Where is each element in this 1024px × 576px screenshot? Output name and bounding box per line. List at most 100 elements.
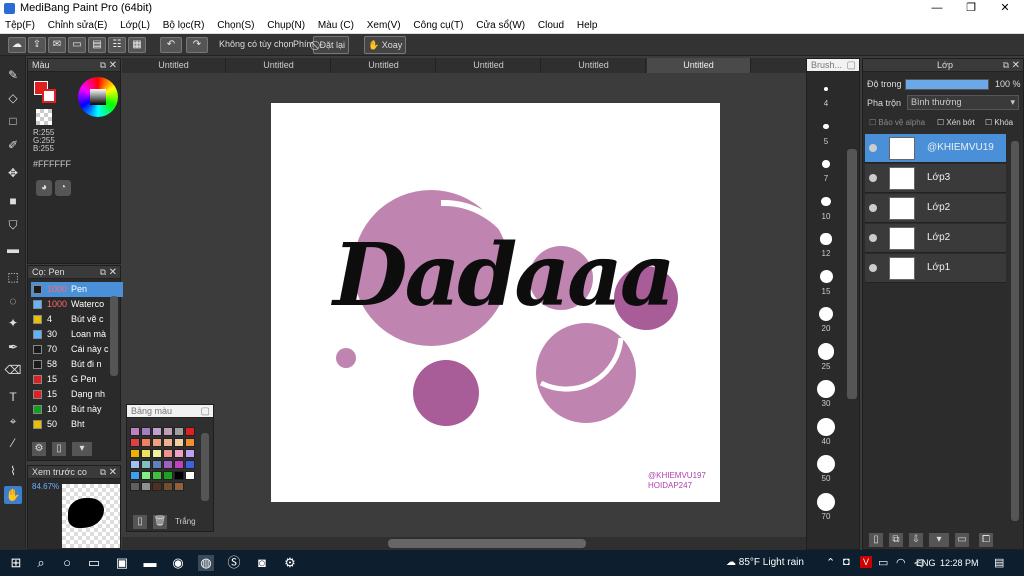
palette-swatch[interactable] [163, 460, 173, 469]
select-eraser-tool-icon[interactable]: ⌫ [4, 361, 22, 379]
palette-swatch[interactable] [141, 427, 151, 436]
brush-size-dot[interactable] [817, 380, 835, 398]
operation-tool-icon[interactable]: ⌖ [4, 412, 22, 430]
rectangle-tool-icon[interactable]: □ [4, 112, 22, 130]
palette-swatch[interactable] [152, 460, 162, 469]
layer-row[interactable]: Lớp2 [865, 194, 1006, 223]
brush-size-dot[interactable] [817, 417, 835, 436]
palette-add-icon[interactable]: ◔ [55, 180, 71, 196]
protect-alpha-checkbox[interactable]: ☐ Bảo vệ alpha [869, 118, 925, 127]
maximize-button[interactable]: ❐ [954, 0, 988, 17]
tab-untitled-1[interactable]: Untitled [122, 58, 226, 73]
palette-swatch[interactable] [185, 427, 195, 436]
brush-item[interactable]: 15 Dạng nh [31, 387, 123, 402]
brush-size-scrollbar[interactable] [847, 149, 857, 399]
secondary-color-swatch[interactable] [42, 89, 56, 103]
dock-icon[interactable]: ⧉ [100, 59, 106, 72]
brush-scrollbar[interactable] [110, 296, 118, 376]
menu-cloud[interactable]: Cloud [533, 17, 569, 31]
merge-layer-icon[interactable]: ⇩ [909, 533, 923, 547]
brush-size-dot[interactable] [821, 196, 831, 207]
palette-swatch[interactable] [163, 427, 173, 436]
wifi-icon[interactable]: ◠ [896, 556, 906, 569]
grid-list-icon[interactable]: ☷ [108, 37, 126, 53]
brush-tool-icon[interactable]: ✎ [4, 66, 22, 84]
layer-scrollbar[interactable] [1011, 141, 1019, 521]
palette-swatch[interactable] [185, 460, 195, 469]
upload-icon[interactable]: ⇪ [28, 37, 46, 53]
eye-icon[interactable] [869, 234, 877, 242]
eye-icon[interactable] [869, 174, 877, 182]
layer-row[interactable]: Lớp3 [865, 164, 1006, 193]
menu-color[interactable]: Màu (C) [313, 17, 359, 31]
layer-row[interactable]: Lớp2 [865, 224, 1006, 253]
menu-tools[interactable]: Công cụ(T) [408, 17, 468, 31]
palette-swatch[interactable] [185, 438, 195, 447]
brush-size-dot[interactable] [822, 160, 830, 168]
palette-swatch[interactable] [141, 449, 151, 458]
search-icon[interactable]: ⌕ [33, 555, 49, 571]
page-icon[interactable]: ▤ [88, 37, 106, 53]
drawing-canvas[interactable]: Dadaaa @KHIEMVU197 HOIDAP247 [271, 103, 720, 502]
fill-rect-tool-icon[interactable]: ■ [4, 192, 22, 210]
palette-swatch[interactable] [130, 438, 140, 447]
palette-swatch[interactable] [152, 449, 162, 458]
brush-item[interactable]: 15 G Pen [31, 372, 123, 387]
add-layer-icon[interactable]: ▾ [929, 533, 949, 547]
brush-size-dot[interactable] [817, 492, 835, 511]
palette-icon[interactable]: ◕ [36, 180, 52, 196]
menu-view[interactable]: Xem(V) [362, 17, 406, 31]
reset-button[interactable]: ⃠ Đặt lại [313, 36, 350, 54]
palette-swatch[interactable] [130, 427, 140, 436]
cloud-icon[interactable]: ☁ [8, 37, 26, 53]
language-indicator[interactable]: ENG [916, 558, 936, 568]
close-icon[interactable]: ✕ [109, 466, 117, 479]
brush-add-icon[interactable]: ▾ [72, 442, 92, 456]
gradient-tool-icon[interactable]: ▬ [4, 240, 22, 258]
tab-untitled-4[interactable]: Untitled [437, 58, 541, 73]
palette-swatch[interactable] [141, 471, 151, 480]
palette-scrollbar[interactable] [201, 433, 209, 501]
palette-swatch[interactable] [163, 471, 173, 480]
palette-swatch[interactable] [152, 438, 162, 447]
palette-swatch[interactable] [152, 427, 162, 436]
select-pen-tool-icon[interactable]: ✒ [4, 338, 22, 356]
close-button[interactable]: ✕ [988, 0, 1022, 17]
eyedropper-tool-icon[interactable]: ⌇ [4, 462, 22, 480]
brush-size-dot[interactable] [823, 123, 829, 130]
trash-icon[interactable]: 🗑 [153, 515, 167, 529]
battery-icon[interactable]: ▭ [878, 556, 888, 569]
menu-select[interactable]: Chọn(S) [212, 17, 259, 31]
tab-untitled-3[interactable]: Untitled [332, 58, 436, 73]
clipping-checkbox[interactable]: ☐ Xén bớt [937, 118, 975, 127]
comment-icon[interactable]: ✉ [48, 37, 66, 53]
palette-swatch[interactable] [141, 460, 151, 469]
palette-swatch[interactable] [130, 482, 140, 491]
hand-tool-icon[interactable]: ✋ [4, 486, 22, 504]
tab-untitled-2[interactable]: Untitled [227, 58, 331, 73]
close-icon[interactable]: ▢ [201, 405, 210, 418]
palette-swatch[interactable] [163, 449, 173, 458]
palette-swatch[interactable] [141, 482, 151, 491]
menu-window[interactable]: Cửa sổ(W) [471, 17, 530, 31]
undo-icon[interactable]: ↶ [160, 37, 182, 53]
cortana-icon[interactable]: ○ [59, 555, 75, 571]
store-icon[interactable]: ▣ [114, 555, 130, 571]
menu-file[interactable]: Tệp(F) [0, 17, 40, 31]
layer-row[interactable]: @KHIEMVU19 [865, 134, 1006, 163]
brush-size-dot[interactable] [817, 455, 835, 473]
chat-icon[interactable]: ▭ [68, 37, 86, 53]
palette-swatch[interactable] [163, 438, 173, 447]
palette-swatch[interactable] [185, 449, 195, 458]
tab-untitled-5[interactable]: Untitled [542, 58, 646, 73]
eye-icon[interactable] [869, 264, 877, 272]
menu-filter[interactable]: Bộ lọc(R) [158, 17, 210, 31]
tray-v-icon[interactable]: V [860, 556, 872, 568]
dock-icon[interactable]: ⧉ [1003, 59, 1009, 72]
skype-icon[interactable]: Ⓢ [226, 555, 242, 571]
clock[interactable]: 12:28 PM [940, 558, 979, 568]
palette-swatch[interactable] [174, 471, 184, 480]
brush-size-dot[interactable] [818, 306, 834, 322]
menu-layer[interactable]: Lớp(L) [115, 17, 155, 31]
palette-swatch[interactable] [152, 482, 162, 491]
